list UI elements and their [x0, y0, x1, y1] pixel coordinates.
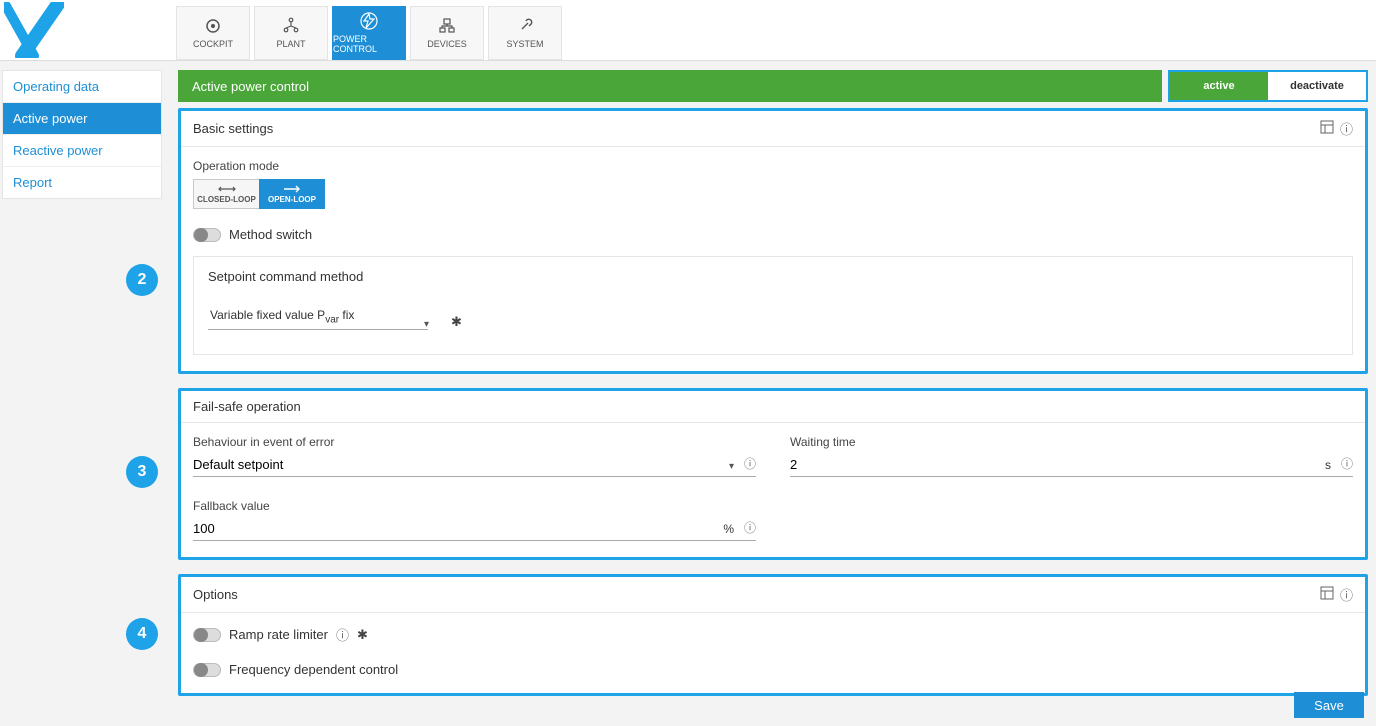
freq-dependent-toggle[interactable] — [193, 663, 221, 677]
waiting-time-unit: s — [1325, 458, 1331, 472]
freq-dependent-label: Frequency dependent control — [229, 662, 398, 677]
activation-active[interactable]: active — [1170, 72, 1268, 100]
info-icon[interactable]: ⓘ — [744, 455, 756, 472]
chevron-down-icon: ▾ — [729, 461, 734, 472]
panel-title-text: Fail-safe operation — [193, 399, 301, 414]
ramp-rate-label: Ramp rate limiter — [229, 627, 328, 642]
tab-system[interactable]: SYSTEM — [488, 6, 562, 60]
target-icon — [204, 17, 222, 35]
open-loop-button[interactable]: OPEN-LOOP — [259, 179, 325, 209]
fallback-value-input[interactable] — [193, 521, 717, 536]
method-switch-toggle[interactable] — [193, 228, 221, 242]
tab-cockpit[interactable]: COCKPIT — [176, 6, 250, 60]
tree-icon — [282, 17, 300, 35]
panel-options: Options ⓘ Ramp rate limiter ⓘ ✱ Frequenc… — [178, 574, 1368, 696]
info-icon[interactable]: ⓘ — [1340, 119, 1353, 138]
panel-basic-settings: Basic settings ⓘ Operation mode CLOSED-L… — [178, 108, 1368, 374]
info-icon[interactable]: ⓘ — [744, 519, 756, 536]
sidenav-operating-data[interactable]: Operating data — [3, 71, 161, 103]
tab-label: DEVICES — [427, 39, 467, 49]
gear-icon[interactable]: ✱ — [451, 314, 462, 330]
gear-icon[interactable]: ✱ — [357, 627, 368, 643]
setpoint-method-box: Setpoint command method Variable fixed v… — [193, 256, 1353, 355]
layout-icon[interactable] — [1320, 120, 1334, 137]
devices-icon — [438, 17, 456, 35]
fallback-value-label: Fallback value — [193, 499, 756, 513]
arrow-right-icon — [282, 184, 302, 194]
activation-deactivate[interactable]: deactivate — [1268, 72, 1366, 100]
behaviour-label: Behaviour in event of error — [193, 435, 756, 449]
tab-devices[interactable]: DEVICES — [410, 6, 484, 60]
panel-fail-safe: Fail-safe operation Behaviour in event o… — [178, 388, 1368, 560]
page-title-bar: Active power control — [178, 70, 1162, 102]
save-button[interactable]: Save — [1294, 692, 1364, 718]
power-icon — [360, 12, 378, 30]
setpoint-method-select[interactable]: Variable fixed value Pvar fix — [208, 306, 428, 330]
annotation-3: 3 — [126, 456, 158, 488]
ramp-rate-toggle[interactable] — [193, 628, 221, 642]
method-switch-label: Method switch — [229, 227, 312, 242]
side-nav: Operating data Active power Reactive pow… — [2, 70, 162, 199]
brand-logo — [0, 0, 176, 60]
page-title: Active power control — [192, 79, 309, 94]
operation-mode-label: Operation mode — [193, 159, 1353, 173]
fallback-value-unit: % — [723, 522, 734, 536]
sidenav-active-power[interactable]: Active power — [3, 103, 161, 135]
info-icon[interactable]: ⓘ — [1340, 585, 1353, 604]
panel-title-text: Basic settings — [193, 121, 273, 136]
sidenav-reactive-power[interactable]: Reactive power — [3, 135, 161, 167]
tab-plant[interactable]: PLANT — [254, 6, 328, 60]
tab-label: PLANT — [276, 39, 305, 49]
layout-icon[interactable] — [1320, 586, 1334, 603]
behaviour-select[interactable] — [193, 457, 723, 472]
activation-toggle[interactable]: active deactivate — [1168, 70, 1368, 102]
closed-loop-button[interactable]: CLOSED-LOOP — [193, 179, 259, 209]
tab-label: SYSTEM — [506, 39, 543, 49]
info-icon[interactable]: ⓘ — [1341, 455, 1353, 472]
sidenav-report[interactable]: Report — [3, 167, 161, 198]
wrench-icon — [516, 17, 534, 35]
loop-icon — [217, 184, 237, 194]
waiting-time-input[interactable] — [790, 457, 1319, 472]
setpoint-method-title: Setpoint command method — [208, 269, 1338, 284]
annotation-2: 2 — [126, 264, 158, 296]
annotation-4: 4 — [126, 618, 158, 650]
tab-label: POWER CONTROL — [333, 34, 405, 54]
tab-power-control[interactable]: POWER CONTROL — [332, 6, 406, 60]
info-icon[interactable]: ⓘ — [336, 625, 349, 644]
tab-label: COCKPIT — [193, 39, 233, 49]
waiting-time-label: Waiting time — [790, 435, 1353, 449]
panel-title-text: Options — [193, 587, 238, 602]
